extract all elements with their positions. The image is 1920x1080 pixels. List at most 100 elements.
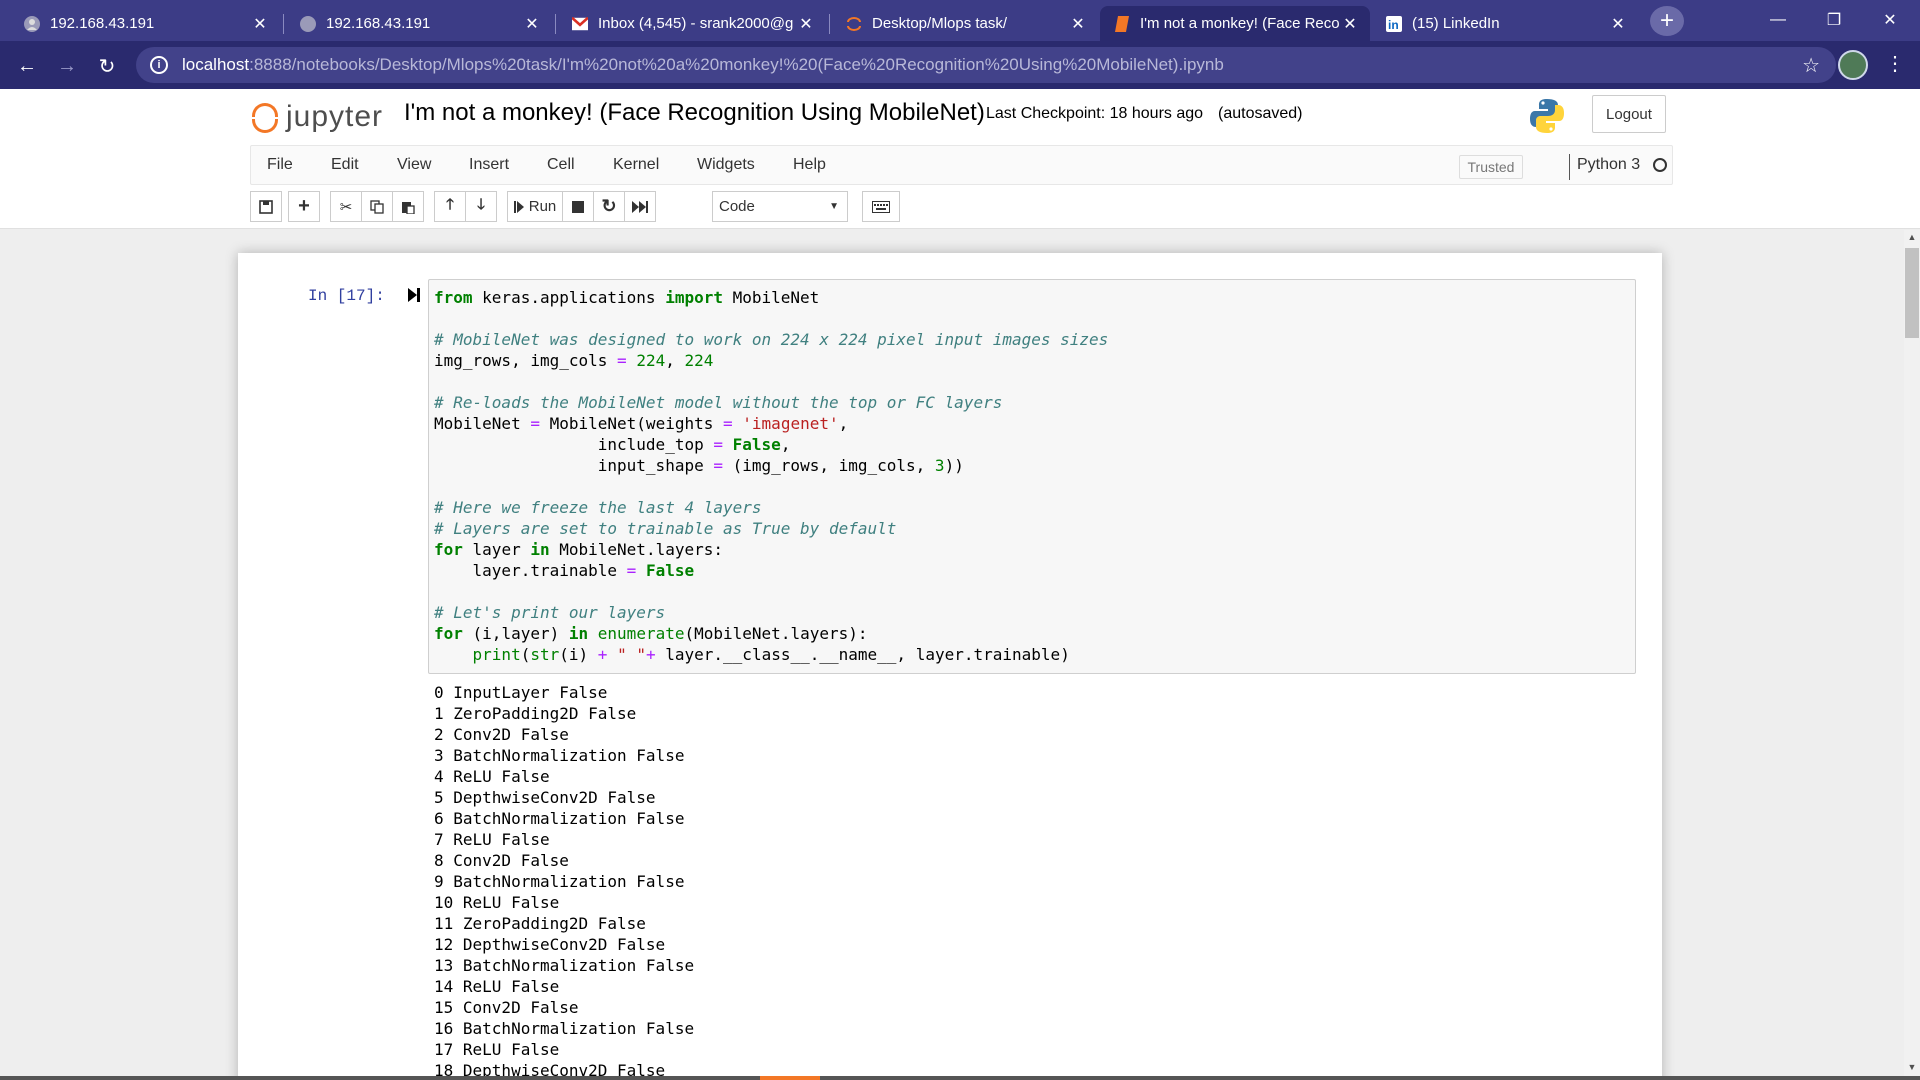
menu-cell[interactable]: Cell xyxy=(547,156,575,174)
kernel-idle-icon xyxy=(1653,158,1667,172)
close-icon[interactable]: ✕ xyxy=(1608,14,1628,34)
menu-widgets[interactable]: Widgets xyxy=(697,156,755,174)
tab-title: 192.168.43.191 xyxy=(50,15,155,32)
menu-kernel[interactable]: Kernel xyxy=(613,156,659,174)
menu-help[interactable]: Help xyxy=(793,156,826,174)
output-line: 2 Conv2D False xyxy=(434,725,569,744)
trusted-badge[interactable]: Trusted xyxy=(1459,155,1523,179)
menu-file[interactable]: File xyxy=(267,156,293,174)
cell-type-value: Code xyxy=(719,198,755,215)
jupyter-logo[interactable]: jupyter xyxy=(250,99,383,135)
scroll-up-icon[interactable]: ▲ xyxy=(1904,232,1920,246)
scroll-down-icon[interactable]: ▼ xyxy=(1904,1062,1920,1076)
selected-cell-run-icon[interactable] xyxy=(408,288,420,302)
command-palette-button[interactable] xyxy=(862,191,900,222)
output-line: 4 ReLU False xyxy=(434,767,550,786)
browser-menu-icon[interactable]: ⋮ xyxy=(1880,51,1910,76)
close-icon[interactable]: ✕ xyxy=(796,14,816,34)
browser-tab-4[interactable]: Desktop/Mlops task/ ✕ xyxy=(832,6,1098,41)
close-icon[interactable]: ✕ xyxy=(1340,14,1360,34)
tab-divider xyxy=(555,14,556,34)
jupyter-logo-text: jupyter xyxy=(286,100,384,133)
save-button[interactable] xyxy=(250,191,282,222)
paste-button[interactable] xyxy=(392,191,424,222)
copy-button[interactable] xyxy=(361,191,393,222)
tab-title: Desktop/Mlops task/ xyxy=(872,15,1008,32)
output-line: 0 InputLayer False xyxy=(434,683,608,702)
arrow-up-icon: 🡑 xyxy=(446,196,454,213)
minimize-button[interactable]: — xyxy=(1750,0,1806,40)
jupyter-logo-icon xyxy=(250,99,280,135)
output-line: 13 BatchNormalization False xyxy=(434,956,695,975)
insert-cell-button[interactable]: + xyxy=(288,191,320,222)
url-field[interactable]: i localhost:8888/notebooks/Desktop/Mlops… xyxy=(136,47,1836,83)
reload-button[interactable]: ↻ xyxy=(92,51,122,81)
interrupt-button[interactable] xyxy=(562,191,594,222)
step-forward-icon xyxy=(513,200,524,213)
arrow-down-icon: 🡓 xyxy=(477,196,485,213)
forward-button[interactable]: → xyxy=(52,51,82,81)
browser-tab-2[interactable]: 192.168.43.191 ✕ xyxy=(286,6,552,41)
user-icon xyxy=(24,15,40,32)
browser-tab-5-active[interactable]: I'm not a monkey! (Face Reco ✕ xyxy=(1100,6,1370,41)
run-button[interactable]: Run xyxy=(507,191,563,222)
kernel-name: Python 3 xyxy=(1577,156,1641,173)
profile-avatar[interactable] xyxy=(1838,50,1868,80)
scissors-icon: ✂ xyxy=(339,198,353,216)
restart-icon: ↻ xyxy=(601,196,617,216)
restart-run-all-button[interactable] xyxy=(624,191,656,222)
notebook-toolbar: + ✂ 🡑 🡓 Run ↻ Code ▼ xyxy=(250,191,950,223)
tab-title: 192.168.43.191 xyxy=(326,15,431,32)
browser-tab-bar: 192.168.43.191 ✕ 192.168.43.191 ✕ Inbox … xyxy=(0,0,1920,41)
menu-view[interactable]: View xyxy=(397,156,431,174)
menubar-container: File Edit View Insert Cell Kernel Widget… xyxy=(0,145,1920,229)
logout-button[interactable]: Logout xyxy=(1592,95,1666,133)
output-line: 3 BatchNormalization False xyxy=(434,746,685,765)
kernel-divider xyxy=(1569,154,1570,180)
taskbar-edge xyxy=(0,1076,1920,1080)
move-up-button[interactable]: 🡑 xyxy=(434,191,466,222)
stop-icon xyxy=(572,200,584,213)
browser-tab-3[interactable]: Inbox (4,545) - srank2000@g ✕ xyxy=(558,6,826,41)
notebook-icon xyxy=(1114,15,1130,32)
output-line: 1 ZeroPadding2D False xyxy=(434,704,637,723)
output-line: 16 BatchNormalization False xyxy=(434,1019,695,1038)
address-bar: ← → ↻ i localhost:8888/notebooks/Desktop… xyxy=(0,41,1920,89)
menu-edit[interactable]: Edit xyxy=(331,156,359,174)
restart-kernel-button[interactable]: ↻ xyxy=(593,191,625,222)
bookmark-star-icon[interactable]: ☆ xyxy=(1802,53,1820,78)
code-editor[interactable]: from keras.applications import MobileNet… xyxy=(434,287,1108,665)
globe-icon xyxy=(300,15,316,32)
tab-title: Inbox (4,545) - srank2000@g xyxy=(598,15,794,32)
browser-tab-6[interactable]: in (15) LinkedIn ✕ xyxy=(1372,6,1638,41)
close-icon[interactable]: ✕ xyxy=(250,14,270,34)
url-path: :8888/notebooks/Desktop/Mlops%20task/I'm… xyxy=(249,55,1224,74)
output-line: 17 ReLU False xyxy=(434,1040,560,1059)
scrollbar-thumb[interactable] xyxy=(1905,248,1919,338)
close-icon[interactable]: ✕ xyxy=(522,14,542,34)
plus-icon: + xyxy=(298,195,310,217)
page-scrollbar[interactable] xyxy=(1904,230,1920,1080)
notebook-title[interactable]: I'm not a monkey! (Face Recognition Usin… xyxy=(404,99,985,127)
menubar: File Edit View Insert Cell Kernel Widget… xyxy=(250,145,1673,185)
move-down-button[interactable]: 🡓 xyxy=(465,191,497,222)
close-window-button[interactable]: ✕ xyxy=(1862,0,1918,40)
cut-button[interactable]: ✂ xyxy=(330,191,362,222)
run-label: Run xyxy=(528,198,557,215)
output-line: 7 ReLU False xyxy=(434,830,550,849)
close-icon[interactable]: ✕ xyxy=(1068,14,1088,34)
output-line: 10 ReLU False xyxy=(434,893,560,912)
cell-type-select[interactable]: Code ▼ xyxy=(712,191,848,222)
output-line: 9 BatchNormalization False xyxy=(434,872,685,891)
output-line: 12 DepthwiseConv2D False xyxy=(434,935,666,954)
input-prompt: In [17]: xyxy=(308,287,385,305)
url-host: localhost xyxy=(182,55,250,74)
restore-button[interactable]: ❐ xyxy=(1806,0,1862,40)
new-tab-button[interactable]: + xyxy=(1650,6,1684,36)
back-button[interactable]: ← xyxy=(12,51,42,81)
tab-divider xyxy=(283,14,284,34)
checkpoint-status: Last Checkpoint: 18 hours ago xyxy=(986,105,1204,122)
browser-tab-1[interactable]: 192.168.43.191 ✕ xyxy=(10,6,280,41)
info-icon[interactable]: i xyxy=(150,56,168,74)
menu-insert[interactable]: Insert xyxy=(469,156,509,174)
